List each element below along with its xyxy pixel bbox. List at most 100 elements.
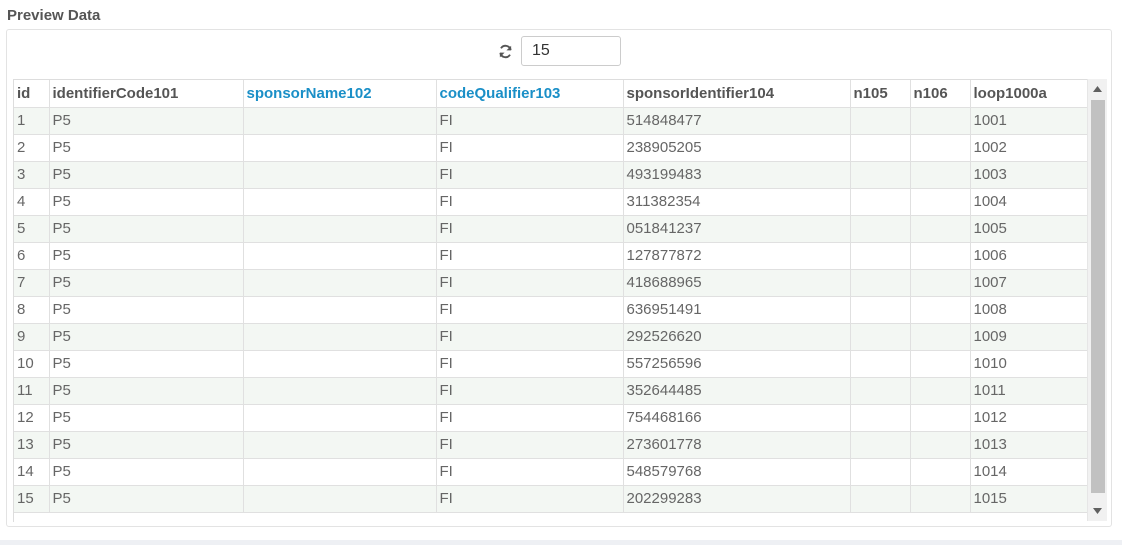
table-cell-codequalifier103: FI: [436, 215, 624, 243]
column-header-id: id: [14, 80, 50, 108]
table-cell-codequalifier103: FI: [436, 323, 624, 351]
table-row: 14 P5 FI 548579768 1014: [14, 458, 1088, 486]
table-row: 15 P5 FI 202299283 1015: [14, 485, 1088, 513]
table-cell-n106: [910, 161, 971, 189]
table-cell-n105: [850, 323, 911, 351]
table-cell-codequalifier103: FI: [436, 134, 624, 162]
row-count-input[interactable]: [521, 36, 621, 66]
table-cell-loop1000a: 1006: [970, 242, 1088, 270]
table-cell-sponsoridentifier104: 202299283: [623, 485, 851, 513]
table-cell-id: 13: [14, 431, 50, 459]
table-cell-n105: [850, 188, 911, 216]
table-cell-n106: [910, 323, 971, 351]
table-cell-codequalifier103: FI: [436, 296, 624, 324]
table-row: 11 P5 FI 352644485 1011: [14, 377, 1088, 405]
table-row: 3 P5 FI 493199483 1003: [14, 161, 1088, 189]
table-cell-identifiercode101: P5: [49, 350, 244, 378]
table-cell-loop1000a: 1014: [970, 458, 1088, 486]
table-cell-n106: [910, 404, 971, 432]
table-cell-identifiercode101: P5: [49, 242, 244, 270]
table-cell-sponsorname102: [243, 161, 437, 189]
table-cell-sponsoridentifier104: 418688965: [623, 269, 851, 297]
table-cell-id: 1: [14, 107, 50, 135]
table-cell-identifiercode101: P5: [49, 323, 244, 351]
table-row: 2 P5 FI 238905205 1002: [14, 134, 1088, 162]
scroll-up-arrow-icon[interactable]: [1088, 79, 1107, 99]
table-cell-id: 11: [14, 377, 50, 405]
table-cell-n106: [910, 458, 971, 486]
table-cell-sponsoridentifier104: 273601778: [623, 431, 851, 459]
table-cell-loop1000a: 1011: [970, 377, 1088, 405]
table-cell-sponsoridentifier104: 557256596: [623, 350, 851, 378]
table-cell-sponsorname102: [243, 188, 437, 216]
table-cell-identifiercode101: P5: [49, 404, 244, 432]
table-row: 5 P5 FI 051841237 1005: [14, 215, 1088, 243]
table-cell-codequalifier103: FI: [436, 107, 624, 135]
table-cell-n105: [850, 134, 911, 162]
table-cell-id: 2: [14, 134, 50, 162]
scrollbar-thumb[interactable]: [1091, 100, 1105, 493]
table-cell-identifiercode101: P5: [49, 377, 244, 405]
table-cell-n106: [910, 485, 971, 513]
table-cell-codequalifier103: FI: [436, 458, 624, 486]
table-cell-codequalifier103: FI: [436, 431, 624, 459]
table-cell-sponsorname102: [243, 458, 437, 486]
table-cell-codequalifier103: FI: [436, 269, 624, 297]
table-cell-loop1000a: 1015: [970, 485, 1088, 513]
table-cell-id: 3: [14, 161, 50, 189]
table-cell-n105: [850, 215, 911, 243]
table-cell-loop1000a: 1009: [970, 323, 1088, 351]
table-cell-n105: [850, 242, 911, 270]
table-cell-sponsorname102: [243, 242, 437, 270]
table-cell-identifiercode101: P5: [49, 134, 244, 162]
table-cell-sponsoridentifier104: 311382354: [623, 188, 851, 216]
preview-table: id identifierCode101 sponsorName102 codeQua…: [14, 80, 1088, 513]
table-cell-n105: [850, 269, 911, 297]
table-cell-sponsorname102: [243, 377, 437, 405]
table-cell-loop1000a: 1008: [970, 296, 1088, 324]
table-cell-id: 4: [14, 188, 50, 216]
table-body: 1 P5 FI 514848477 1001 2 P5 FI 238905205 1002 3 P5 F…: [14, 107, 1088, 513]
scroll-down-arrow-icon[interactable]: [1088, 501, 1107, 521]
table-cell-id: 15: [14, 485, 50, 513]
table-cell-n105: [850, 377, 911, 405]
vertical-scrollbar[interactable]: [1087, 79, 1107, 521]
column-header-sponsorname102[interactable]: sponsorName102: [243, 80, 437, 108]
table-cell-codequalifier103: FI: [436, 485, 624, 513]
preview-toolbar: [497, 35, 621, 67]
column-header-codequalifier103[interactable]: codeQualifier103: [436, 80, 624, 108]
table-cell-n106: [910, 134, 971, 162]
column-header-sponsoridentifier104: sponsorIdentifier104: [623, 80, 851, 108]
table-cell-loop1000a: 1012: [970, 404, 1088, 432]
table-cell-identifiercode101: P5: [49, 431, 244, 459]
table-cell-loop1000a: 1003: [970, 161, 1088, 189]
table-cell-sponsorname102: [243, 269, 437, 297]
table-cell-n106: [910, 350, 971, 378]
table-header-row: id identifierCode101 sponsorName102 codeQua…: [14, 80, 1088, 108]
table-cell-n105: [850, 431, 911, 459]
table-cell-sponsorname102: [243, 404, 437, 432]
table-cell-n106: [910, 296, 971, 324]
table-cell-loop1000a: 1004: [970, 188, 1088, 216]
table-cell-n106: [910, 377, 971, 405]
table-cell-sponsorname102: [243, 485, 437, 513]
table-row: 12 P5 FI 754468166 1012: [14, 404, 1088, 432]
table-cell-identifiercode101: P5: [49, 188, 244, 216]
table-cell-loop1000a: 1005: [970, 215, 1088, 243]
table-cell-sponsorname102: [243, 323, 437, 351]
table-cell-sponsoridentifier104: 514848477: [623, 107, 851, 135]
table-cell-id: 5: [14, 215, 50, 243]
table-cell-loop1000a: 1013: [970, 431, 1088, 459]
table-cell-sponsorname102: [243, 215, 437, 243]
table-cell-n105: [850, 161, 911, 189]
table-cell-codequalifier103: FI: [436, 161, 624, 189]
table-cell-id: 7: [14, 269, 50, 297]
table-cell-sponsorname102: [243, 134, 437, 162]
table-cell-n105: [850, 350, 911, 378]
table-cell-n105: [850, 458, 911, 486]
table-row: 8 P5 FI 636951491 1008: [14, 296, 1088, 324]
table-row: 10 P5 FI 557256596 1010: [14, 350, 1088, 378]
table-cell-identifiercode101: P5: [49, 215, 244, 243]
table-cell-id: 14: [14, 458, 50, 486]
refresh-icon[interactable]: [497, 43, 513, 59]
